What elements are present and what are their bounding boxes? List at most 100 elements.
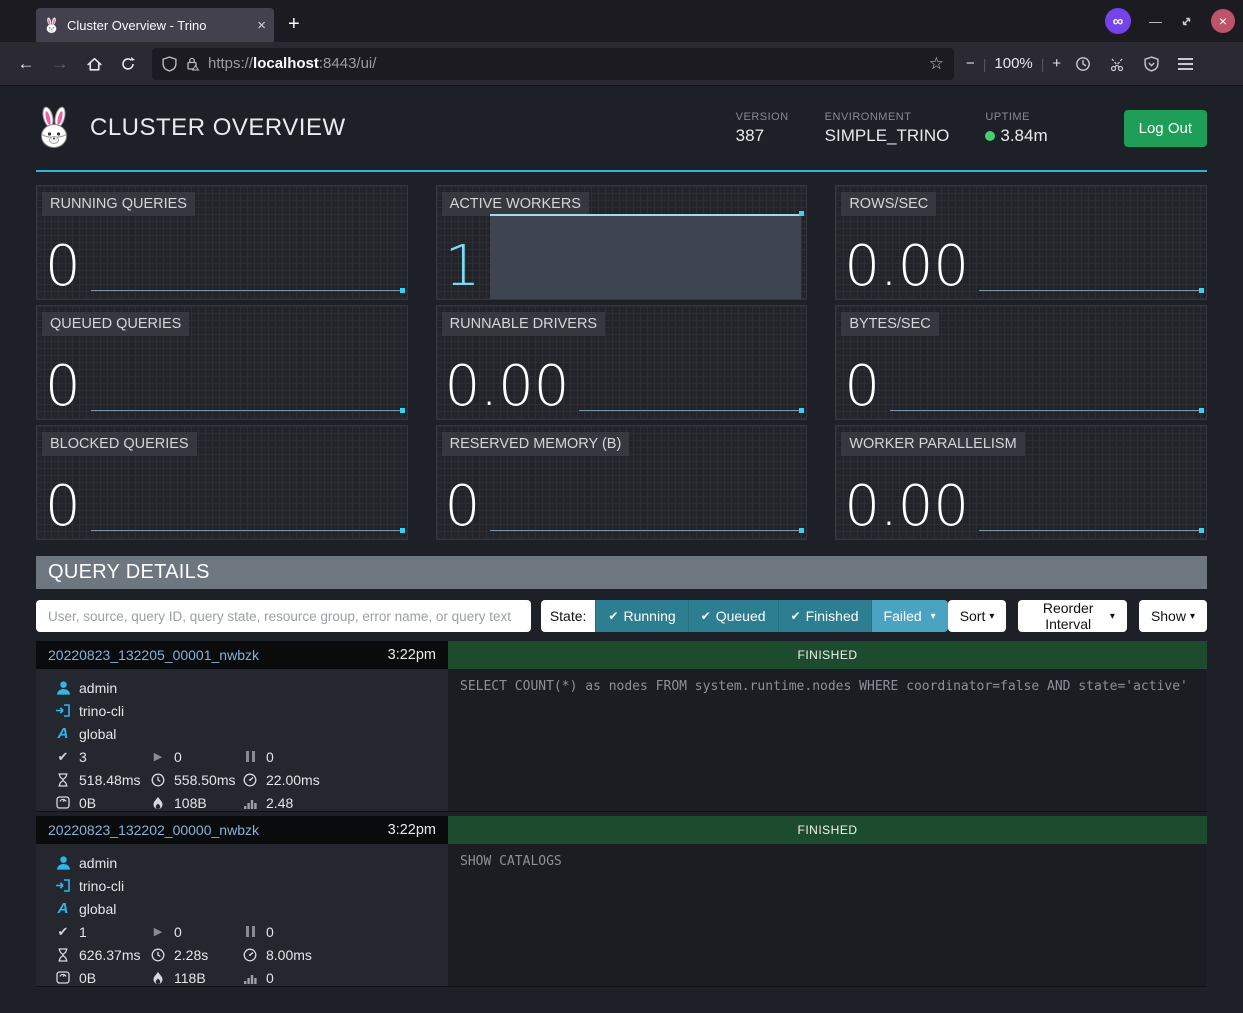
check-icon: ✔ <box>608 609 618 623</box>
zoom-level-button[interactable]: 100% <box>994 55 1032 72</box>
logout-button[interactable]: Log Out <box>1124 110 1207 147</box>
query-time: 3:22pm <box>388 647 436 663</box>
uptime-block: UPTIME 3.84m <box>985 111 1047 146</box>
reorder-interval-dropdown[interactable]: Reorder Interval ▾ <box>1018 600 1127 632</box>
state-filter-running[interactable]: ✔ Running <box>595 600 687 632</box>
stat-tile-rows-sec: ROWS/SEC 0.00 <box>835 185 1207 300</box>
query-user: admin <box>79 680 117 696</box>
zoom-out-icon[interactable]: − <box>966 55 975 72</box>
tab-close-icon[interactable]: × <box>257 18 266 33</box>
trino-favicon <box>44 17 59 34</box>
back-icon[interactable]: ← <box>10 48 42 80</box>
queued-splits-pause-icon <box>242 926 258 937</box>
query-id-link[interactable]: 20220823_132202_00000_nwbzk <box>48 822 259 838</box>
peak-memory-flame-icon <box>150 971 166 985</box>
query-stats-panel: admin trino-cli Aglobal ✔1 ▶0 0 626.37ms… <box>36 844 448 986</box>
new-tab-button[interactable]: + <box>288 13 300 36</box>
cumulative-memory-chart-icon <box>242 797 258 809</box>
sort-dropdown[interactable]: Sort ▾ <box>948 600 1007 632</box>
window-close-button[interactable]: × <box>1211 9 1235 33</box>
peak-memory-flame-icon <box>150 796 166 810</box>
wall-time-hourglass-icon <box>55 773 71 787</box>
cpu-time-gauge-icon <box>242 773 258 787</box>
sparkline <box>490 426 804 539</box>
completed-splits-check-icon: ✔ <box>55 924 71 940</box>
query-resource-group: global <box>79 901 116 917</box>
list-options-group: Sort ▾ Reorder Interval ▾ Show ▾ <box>948 600 1207 632</box>
sparkline <box>91 306 405 419</box>
stat-tile-active-workers: ACTIVE WORKERS 1 <box>436 185 808 300</box>
queued-splits-pause-icon <box>242 751 258 762</box>
query-source: trino-cli <box>79 878 124 894</box>
forward-icon[interactable]: → <box>44 48 76 80</box>
cluster-meta: VERSION 387 ENVIRONMENT SIMPLE_TRINO UPT… <box>736 110 1207 147</box>
chevron-down-icon: ▾ <box>1190 611 1195 622</box>
uptime-value: 3.84m <box>1000 126 1047 146</box>
uptime-status-dot <box>985 131 995 141</box>
stat-tile-reserved-memory: RESERVED MEMORY (B) 0 <box>436 425 808 540</box>
show-dropdown[interactable]: Show ▾ <box>1139 600 1207 632</box>
source-signin-icon <box>55 879 71 892</box>
query-user: admin <box>79 855 117 871</box>
window-minimize-button[interactable]: — <box>1149 14 1162 29</box>
check-icon: ✔ <box>791 609 801 623</box>
tracking-shield-icon[interactable] <box>162 56 177 72</box>
private-browsing-icon[interactable]: ∞ <box>1105 8 1131 34</box>
bookmark-star-icon[interactable]: ☆ <box>929 54 944 74</box>
stat-tile-queued-queries: QUEUED QUERIES 0 <box>36 305 408 420</box>
stat-tile-blocked-queries: BLOCKED QUERIES 0 <box>36 425 408 540</box>
stat-tile-bytes-sec: BYTES/SEC 0 <box>835 305 1207 420</box>
shield-chevron-icon[interactable] <box>1135 48 1167 80</box>
query-sql-text: SELECT COUNT(*) as nodes FROM system.run… <box>448 669 1207 811</box>
running-splits-play-icon: ▶ <box>150 925 166 938</box>
trino-logo[interactable] <box>36 105 72 151</box>
chevron-down-icon: ▾ <box>931 611 936 622</box>
query-id-link[interactable]: 20220823_132205_00001_nwbzk <box>48 647 259 663</box>
cpu-time-gauge-icon <box>242 948 258 962</box>
browser-titlebar: Cluster Overview - Trino × + ∞ — × <box>0 0 1243 42</box>
menu-hamburger-icon[interactable] <box>1169 48 1201 80</box>
history-clock-icon[interactable] <box>1067 48 1099 80</box>
stat-tile-runnable-drivers: RUNNABLE DRIVERS 0.00 <box>436 305 808 420</box>
elapsed-time-clock-icon <box>150 948 166 962</box>
user-icon <box>55 856 71 870</box>
url-bar[interactable]: https://localhost:8443/ui/ ☆ <box>152 48 954 80</box>
chevron-down-icon: ▾ <box>989 611 994 622</box>
state-filter-group: State: ✔ Running ✔ Queued ✔ Finished Fai… <box>541 600 948 632</box>
home-icon[interactable] <box>78 48 110 80</box>
cumulative-memory-chart-icon <box>242 972 258 984</box>
sparkline <box>91 426 405 539</box>
current-memory-scale-icon <box>55 971 71 984</box>
version-label: VERSION <box>736 111 789 123</box>
sparkline <box>979 426 1204 539</box>
environment-block: ENVIRONMENT SIMPLE_TRINO <box>825 111 950 146</box>
screenshot-scissors-icon[interactable] <box>1101 48 1133 80</box>
tab-title: Cluster Overview - Trino <box>67 18 249 33</box>
state-filter-finished[interactable]: ✔ Finished <box>778 600 871 632</box>
lock-warning-icon[interactable] <box>185 56 200 72</box>
trino-app: CLUSTER OVERVIEW VERSION 387 ENVIRONMENT… <box>0 86 1243 1013</box>
query-status-bar: FINISHED <box>448 641 1207 669</box>
page-title: CLUSTER OVERVIEW <box>90 114 346 142</box>
elapsed-time-clock-icon <box>150 773 166 787</box>
sparkline <box>979 186 1204 299</box>
version-block: VERSION 387 <box>736 111 789 146</box>
sparkline <box>890 306 1204 419</box>
source-signin-icon <box>55 704 71 717</box>
query-search-input[interactable] <box>36 600 531 632</box>
app-header: CLUSTER OVERVIEW VERSION 387 ENVIRONMENT… <box>36 86 1207 172</box>
window-restore-button[interactable] <box>1180 15 1193 28</box>
uptime-label: UPTIME <box>985 111 1047 123</box>
zoom-in-icon[interactable]: + <box>1052 55 1061 72</box>
check-icon: ✔ <box>701 609 711 623</box>
state-filter-failed[interactable]: Failed ▾ <box>871 600 948 632</box>
browser-tab[interactable]: Cluster Overview - Trino × <box>36 8 274 42</box>
reload-icon[interactable] <box>112 48 144 80</box>
sparkline <box>490 186 804 299</box>
completed-splits-check-icon: ✔ <box>55 749 71 765</box>
state-filter-queued[interactable]: ✔ Queued <box>688 600 778 632</box>
stat-tile-running-queries: RUNNING QUERIES 0 <box>36 185 408 300</box>
chevron-down-icon: ▾ <box>1110 611 1115 622</box>
query-card: 20220823_132202_00000_nwbzk 3:22pm FINIS… <box>36 816 1207 987</box>
browser-toolbar: ← → https://localhost:8443/ui/ ☆ − | 100… <box>0 42 1243 86</box>
